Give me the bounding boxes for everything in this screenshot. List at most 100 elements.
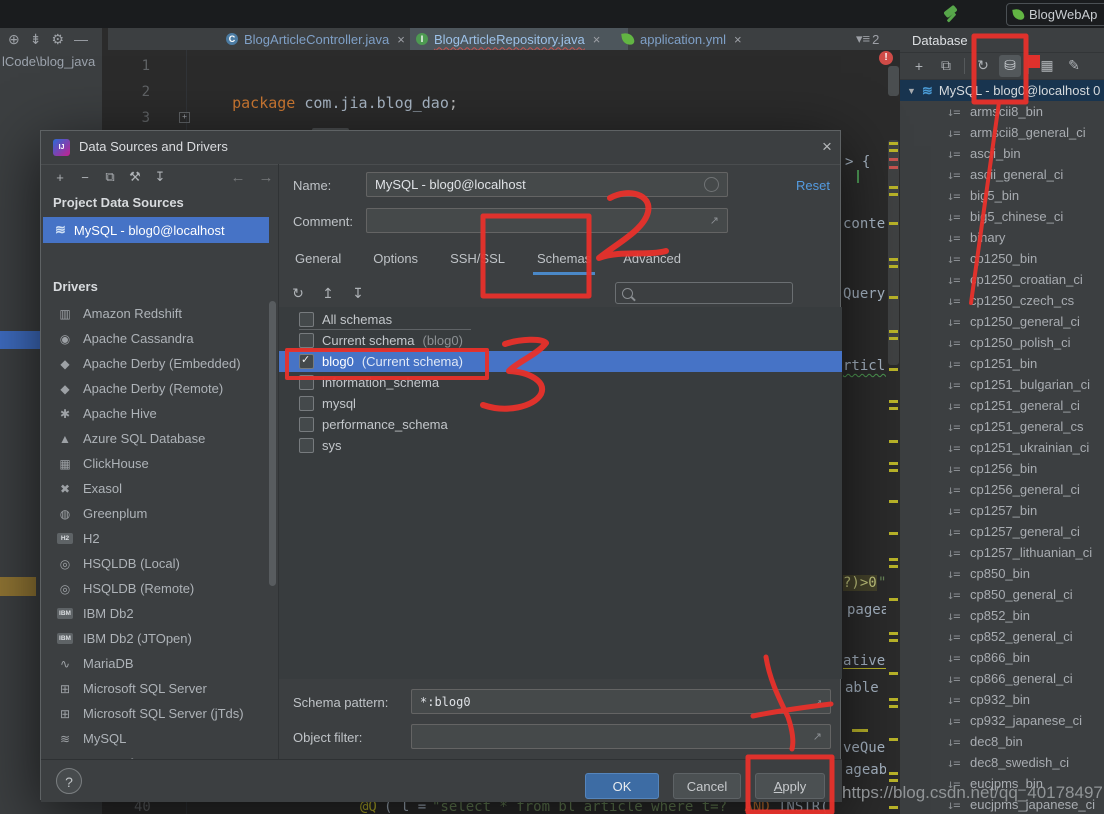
import-icon[interactable]: ↧ (149, 167, 171, 187)
driver-item[interactable]: ◎ HSQLDB (Remote) (43, 576, 269, 601)
collation-row[interactable]: ↓= cp852_bin (900, 605, 1104, 626)
stripe-mark[interactable] (889, 265, 898, 268)
collation-row[interactable]: ↓= dec8_bin (900, 731, 1104, 752)
stripe-mark[interactable] (889, 368, 898, 371)
collation-row[interactable]: ↓= armscii8_general_ci (900, 122, 1104, 143)
editor-tab[interactable]: I BlogArticleRepository.java × (410, 28, 628, 50)
schema-checkbox[interactable]: ✓ (299, 396, 314, 411)
stripe-mark[interactable] (889, 698, 898, 701)
name-field[interactable]: MySQL - blog0@localhost (366, 172, 728, 197)
datasource-tree-root[interactable]: ▼ ≋ MySQL - blog0@localhost 0 (900, 80, 1104, 101)
close-icon[interactable]: × (817, 137, 837, 157)
duplicate-icon[interactable]: ⧉ (935, 55, 957, 77)
stripe-mark[interactable] (889, 469, 898, 472)
stripe-mark[interactable] (889, 565, 898, 568)
collation-row[interactable]: ↓= cp1251_bin (900, 353, 1104, 374)
separator[interactable] (964, 57, 965, 74)
help-button[interactable]: ? (56, 768, 82, 794)
settings-icon[interactable]: ⚙ (51, 31, 64, 48)
dialog-tab[interactable]: SSH/SSL (448, 249, 507, 275)
stripe-mark[interactable] (889, 142, 898, 145)
chevron-down-icon[interactable]: ▼ (907, 86, 916, 96)
driver-item[interactable]: ≋ MySQL for 5.1 (43, 751, 269, 759)
collation-row[interactable]: ↓= cp1250_bin (900, 248, 1104, 269)
schema-checkbox[interactable]: ✓ (299, 312, 314, 327)
apply-button[interactable]: Apply (755, 773, 825, 799)
comment-field[interactable]: ↗ (366, 208, 728, 233)
driver-item[interactable]: ⊞ Microsoft SQL Server (43, 676, 269, 701)
collation-row[interactable]: ↓= cp932_bin (900, 689, 1104, 710)
collation-row[interactable]: ↓= cp1257_lithuanian_ci (900, 542, 1104, 563)
close-icon[interactable]: × (593, 32, 601, 47)
dialog-tab[interactable]: Schemas (532, 249, 596, 275)
collapse-all-icon[interactable]: ⇟ (30, 31, 42, 48)
datasource-item-selected[interactable]: ≋ MySQL - blog0@localhost (43, 217, 269, 243)
driver-item[interactable]: ≋ MySQL (43, 726, 269, 751)
stripe-mark[interactable] (889, 258, 898, 261)
stripe-mark[interactable] (889, 222, 898, 225)
collation-row[interactable]: ↓= cp1250_general_ci (900, 311, 1104, 332)
collation-row[interactable]: ↓= cp1257_bin (900, 500, 1104, 521)
driver-item[interactable]: ✱ Apache Hive (43, 401, 269, 426)
fold-plus-icon[interactable]: + (179, 112, 190, 123)
forward-icon[interactable]: → (255, 167, 277, 187)
tab-list-icon[interactable]: ▾≡ (856, 31, 870, 47)
collation-row[interactable]: ↓= cp850_general_ci (900, 584, 1104, 605)
stripe-mark[interactable] (889, 738, 898, 741)
error-stripe[interactable] (886, 0, 900, 814)
collation-row[interactable]: ↓= cp1257_general_ci (900, 521, 1104, 542)
refresh-icon[interactable]: ↻ (972, 55, 994, 77)
schema-row[interactable]: ✓ information_schema (279, 372, 842, 393)
stripe-mark[interactable] (889, 407, 898, 410)
collation-row[interactable]: ↓= cp932_japanese_ci (900, 710, 1104, 731)
collation-row[interactable]: ↓= cp1251_ukrainian_ci (900, 437, 1104, 458)
remove-icon[interactable]: − (74, 167, 96, 187)
collation-row[interactable]: ↓= cp1250_croatian_ci (900, 269, 1104, 290)
driver-item[interactable]: ▲ Azure SQL Database (43, 426, 269, 451)
hide-panel-icon[interactable]: — (74, 31, 88, 47)
expand-icon[interactable]: ↗ (815, 695, 822, 708)
project-root-label[interactable]: lCode\blog_java (2, 54, 102, 69)
tab-overflow-widget[interactable]: ▾≡ 2 (856, 31, 879, 47)
collation-row[interactable]: ↓= cp1251_general_cs (900, 416, 1104, 437)
refresh-schemas-icon[interactable]: ↻ (287, 283, 309, 303)
expand-icon[interactable]: ↗ (710, 214, 719, 227)
collation-row[interactable]: ↓= cp852_general_ci (900, 626, 1104, 647)
dialog-tab[interactable]: Options (371, 249, 420, 275)
cancel-button[interactable]: Cancel (673, 773, 741, 799)
collation-row[interactable]: ↓= cp1250_czech_cs (900, 290, 1104, 311)
close-icon[interactable]: × (734, 32, 742, 47)
collation-row[interactable]: ↓= ascii_general_ci (900, 164, 1104, 185)
project-tree-highlight-row[interactable] (0, 577, 36, 596)
stripe-mark[interactable] (889, 440, 898, 443)
schema-checkbox[interactable]: ✓ (299, 354, 314, 369)
driver-item[interactable]: ▦ ClickHouse (43, 451, 269, 476)
driver-item[interactable]: IBM IBM Db2 (43, 601, 269, 626)
schema-row[interactable]: ✓ mysql (279, 393, 842, 414)
run-configuration[interactable]: BlogWebAp (1006, 3, 1104, 26)
editor-tab[interactable]: application.yml × (616, 28, 770, 50)
stripe-mark[interactable] (889, 158, 898, 161)
collation-row[interactable]: ↓= cp1256_general_ci (900, 479, 1104, 500)
reset-link[interactable]: Reset (796, 178, 830, 193)
collation-row[interactable]: ↓= cp1251_bulgarian_ci (900, 374, 1104, 395)
stripe-mark[interactable] (889, 166, 898, 169)
schema-checkbox[interactable]: ✓ (299, 333, 314, 348)
stripe-mark[interactable] (889, 500, 898, 503)
driver-item[interactable]: ◎ HSQLDB (Local) (43, 551, 269, 576)
stripe-mark[interactable] (889, 462, 898, 465)
driver-item[interactable]: ◆ Apache Derby (Remote) (43, 376, 269, 401)
schema-checkbox[interactable]: ✓ (299, 438, 314, 453)
add-data-source-icon[interactable]: + (908, 55, 930, 77)
driver-item[interactable]: ✖ Exasol (43, 476, 269, 501)
collation-row[interactable]: ↓= dec8_swedish_ci (900, 752, 1104, 773)
stripe-mark[interactable] (889, 772, 898, 775)
scrollbar-thumb[interactable] (888, 66, 899, 96)
editor-tab[interactable]: C BlogArticleController.java × (220, 28, 422, 50)
duplicate-icon[interactable]: ⧉ (99, 167, 121, 187)
stripe-mark[interactable] (889, 806, 898, 809)
separator[interactable] (1028, 57, 1029, 74)
collation-row[interactable]: ↓= big5_chinese_ci (900, 206, 1104, 227)
stripe-mark[interactable] (889, 779, 898, 782)
schema-checkbox[interactable]: ✓ (299, 417, 314, 432)
